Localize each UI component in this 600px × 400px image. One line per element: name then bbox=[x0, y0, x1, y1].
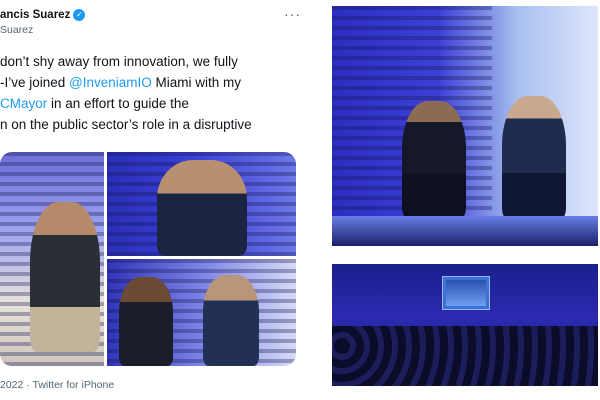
stage-floor bbox=[332, 216, 598, 246]
tweet-line: CMayor in an effort to guide the bbox=[0, 93, 305, 114]
mention-link[interactable]: CMayor bbox=[0, 96, 47, 111]
screen-content bbox=[446, 280, 486, 306]
audience-crowd bbox=[332, 326, 598, 386]
speaker-figure bbox=[203, 275, 259, 366]
author-name[interactable]: ancis Suarez bbox=[0, 9, 70, 21]
verified-badge-icon: ✓ bbox=[73, 9, 86, 21]
more-options-icon[interactable]: ··· bbox=[284, 6, 301, 22]
tweet-text-segment: -I’ve joined bbox=[0, 75, 70, 90]
tweet-author[interactable]: ancis Suarez ✓ bbox=[0, 9, 86, 21]
audience-photo[interactable] bbox=[332, 264, 598, 386]
media-photo-3[interactable] bbox=[107, 259, 296, 366]
tweet-card: ancis Suarez ✓ Suarez ··· don’t shy away… bbox=[0, 0, 312, 400]
presentation-screen bbox=[442, 276, 490, 310]
tweet-text-segment: in an effort to guide the bbox=[47, 96, 189, 111]
media-photo-2[interactable] bbox=[107, 152, 296, 256]
tweet-line: -I’ve joined @InveniamIO Miami with my bbox=[0, 72, 305, 93]
tweet-line: n on the public sector’s role in a disru… bbox=[0, 114, 305, 135]
media-photo-1[interactable] bbox=[0, 152, 104, 366]
tweet-timestamp[interactable]: 2022 · Twitter for iPhone bbox=[0, 379, 114, 391]
speaker-figure bbox=[30, 202, 100, 352]
tweet-text: don’t shy away from innovation, we fully… bbox=[0, 51, 305, 135]
event-photos bbox=[332, 6, 600, 400]
author-handle[interactable]: Suarez bbox=[0, 24, 33, 36]
speaker-figure bbox=[402, 101, 466, 219]
speaker-figure bbox=[502, 96, 566, 220]
speaker-figure bbox=[119, 277, 173, 366]
tweet-text-segment: don’t shy away from innovation, we fully bbox=[0, 54, 238, 69]
tweet-media-grid[interactable] bbox=[0, 152, 296, 366]
mention-link[interactable]: @InveniamIO bbox=[69, 75, 152, 90]
tweet-text-segment: Miami with my bbox=[151, 75, 242, 90]
speaker-figure bbox=[157, 160, 247, 256]
tweet-text-segment: n on the public sector’s role in a disru… bbox=[0, 117, 252, 132]
stage-photo[interactable] bbox=[332, 6, 598, 246]
tweet-line: don’t shy away from innovation, we fully bbox=[0, 51, 305, 72]
